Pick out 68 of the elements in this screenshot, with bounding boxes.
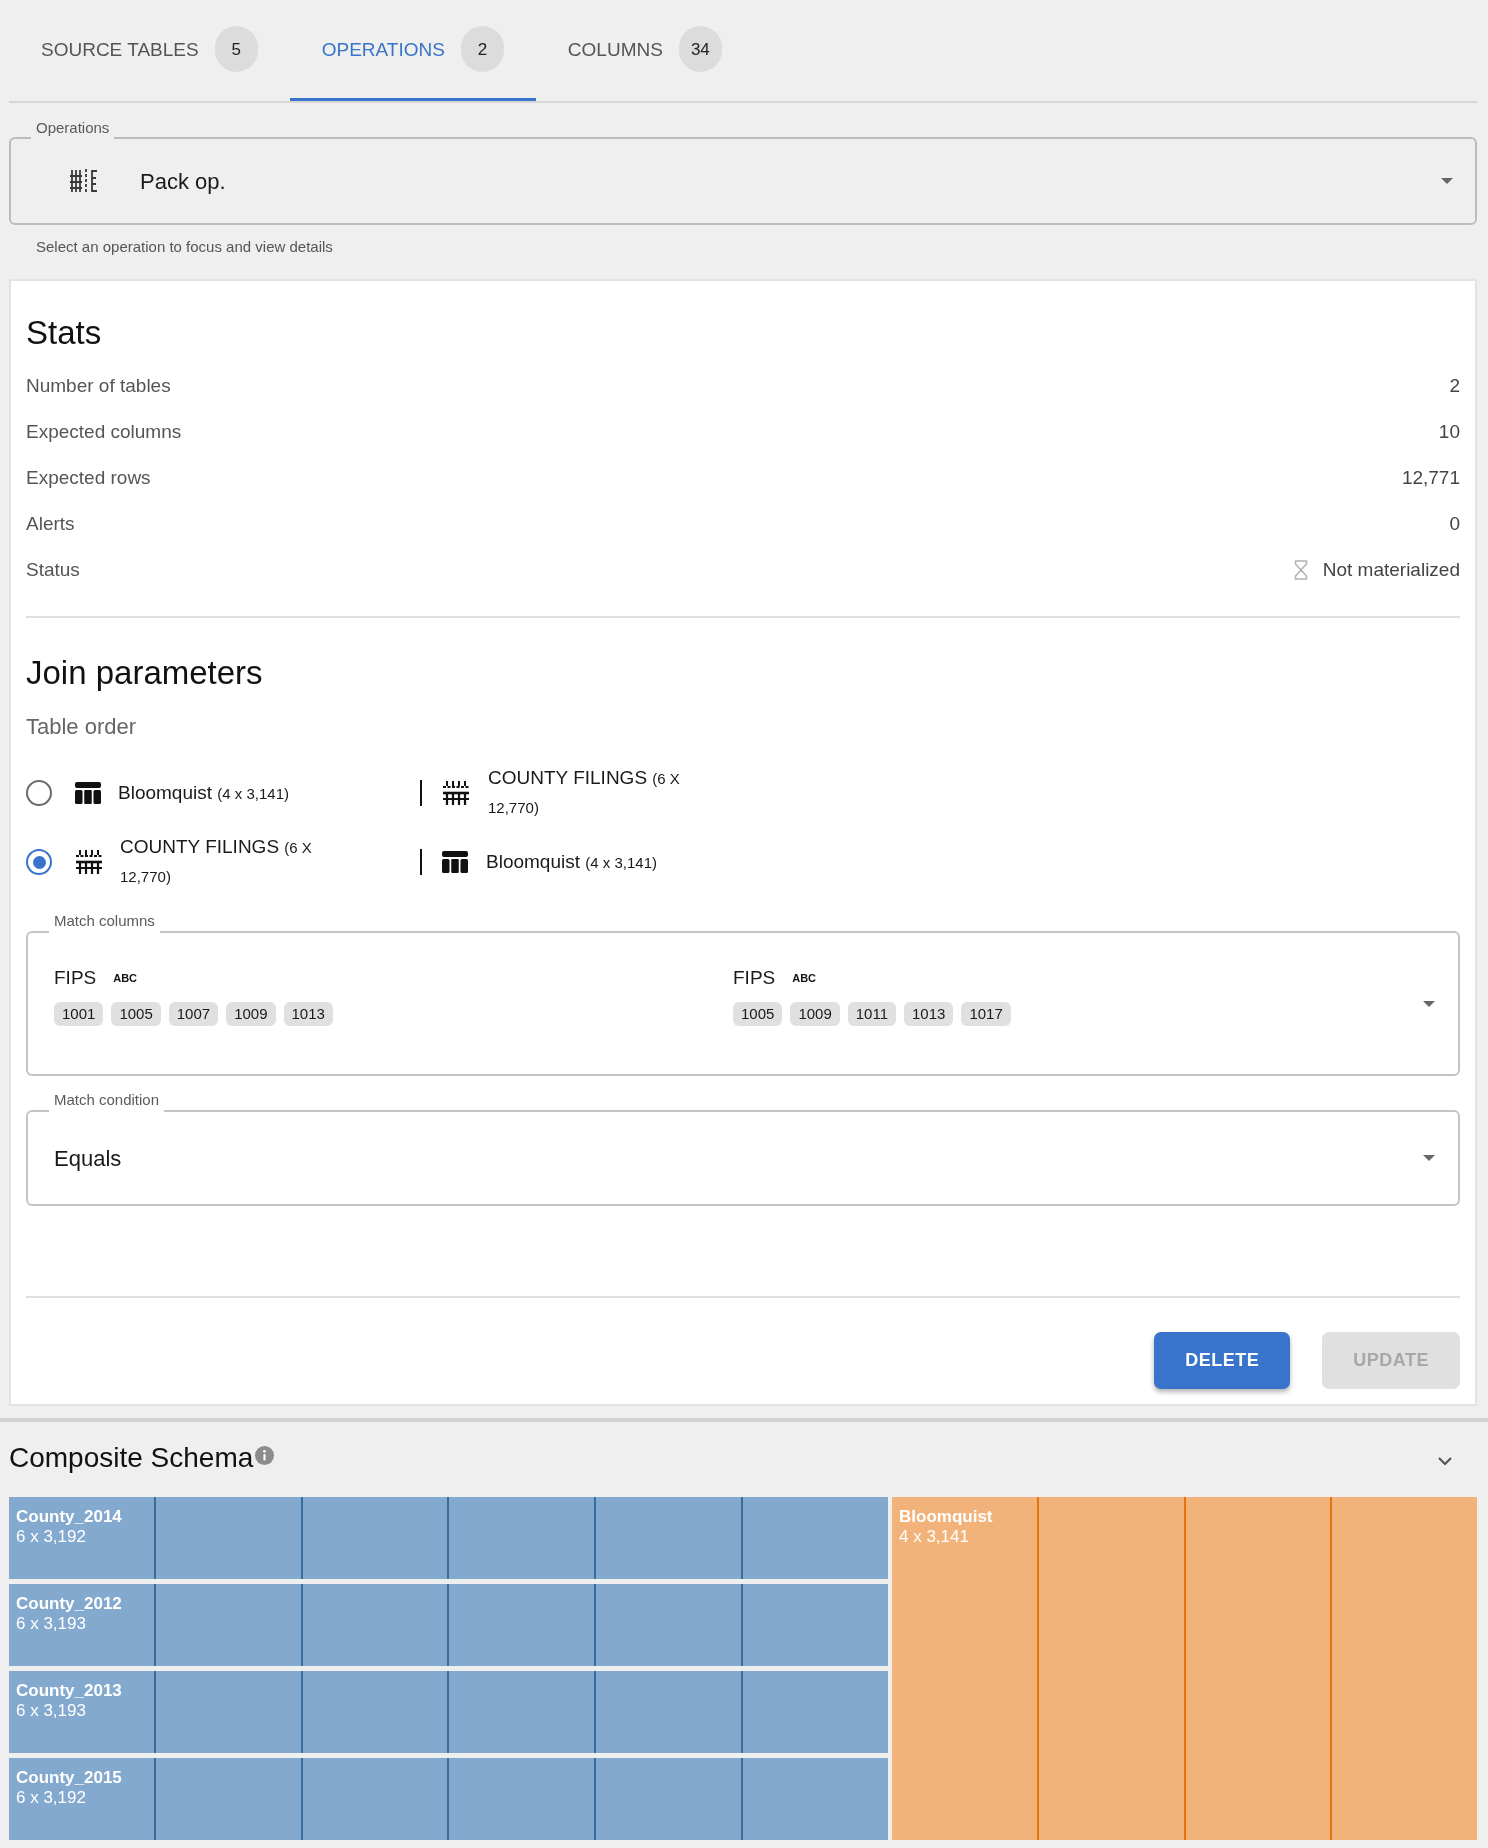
tab[interactable]: COLUMNS 34 (535, 0, 754, 101)
info-icon (255, 1445, 275, 1465)
table-name: County_2012 (16, 1594, 122, 1614)
delete-button[interactable]: DELETE (1154, 1332, 1291, 1389)
stacked-table-icon (75, 849, 103, 875)
table-size: 6 x 3,192 (16, 1527, 86, 1547)
type-label: ABC (113, 970, 138, 986)
type-label: ABC (792, 970, 817, 986)
stat-value: 2 (1449, 373, 1460, 398)
radio-button[interactable] (26, 780, 52, 806)
stat-value: 12,771 (1401, 465, 1460, 490)
stat-label: Status (26, 557, 80, 582)
value-chip: 1005 (111, 1002, 161, 1026)
caret-icon (1441, 178, 1453, 184)
status-value: Not materialized (1322, 557, 1460, 582)
table-size: 6 x 3,192 (16, 1788, 86, 1808)
helper-text: Select an operation to focus and view details (36, 238, 333, 256)
value-chip: 1009 (226, 1002, 276, 1026)
table-name: County_2014 (16, 1507, 122, 1527)
stat-label: Number of tables (26, 373, 171, 398)
stat-label: Alerts (26, 511, 75, 536)
value-chip: 1017 (961, 1002, 1011, 1026)
operations-select[interactable]: Pack op. (9, 137, 1477, 225)
table-name: County_2015 (16, 1768, 122, 1788)
value-chip: 1013 (283, 1002, 333, 1026)
table-size: 6 x 3,193 (16, 1614, 86, 1634)
match-columns-select[interactable]: FIPS ABC 1001 1005 1007 1009 1013 FIPS ABC 1005 1009 1011 1013 1017 (26, 931, 1460, 1076)
table-order-label: Table order (26, 713, 137, 741)
table-label: Bloomquist (4 x 3,141) (486, 849, 657, 874)
column-name: FIPS (54, 965, 97, 990)
value-chip: 1001 (54, 1002, 104, 1026)
table-name: County_2013 (16, 1681, 122, 1701)
field-label: Operations (31, 119, 115, 141)
field-label: Match columns (49, 912, 160, 934)
stat-value: 10 (1438, 419, 1460, 444)
count-badge: 2 (460, 26, 504, 72)
section-heading: Stats (26, 313, 102, 353)
value-chip: 1011 (847, 1002, 896, 1026)
value-chip: 1005 (733, 1002, 783, 1026)
table-name: Bloomquist (899, 1507, 993, 1527)
value-chip: 1013 (904, 1002, 954, 1026)
table-icon (442, 851, 468, 873)
stat-label: Expected rows (26, 465, 151, 490)
table-label: COUNTY FILINGS (6 X 12,770) (488, 766, 681, 818)
tab[interactable]: SOURCE TABLES 5 (9, 0, 290, 101)
tab[interactable]: OPERATIONS 2 (289, 0, 536, 101)
table-size: 6 x 3,193 (16, 1701, 86, 1721)
section-heading: Composite Schema (9, 1441, 254, 1475)
table-label: Bloomquist (4 x 3,141) (118, 780, 289, 805)
table-icon (75, 782, 101, 804)
stat-label: Expected columns (26, 419, 182, 444)
count-badge: 5 (214, 26, 258, 72)
radio-button[interactable] (26, 849, 52, 875)
value-chip: 1007 (168, 1002, 219, 1026)
count-badge: 34 (678, 26, 722, 72)
section-heading: Join parameters (26, 653, 263, 693)
match-condition-select[interactable]: Equals (26, 1110, 1460, 1206)
field-label: Match condition (49, 1091, 165, 1113)
stacked-table-icon (442, 780, 470, 806)
hourglass-icon (1293, 560, 1308, 580)
value-chip: 1009 (790, 1002, 840, 1026)
table-size: 4 x 3,141 (899, 1527, 969, 1547)
table-label: COUNTY FILINGS (6 X 12,770) (120, 835, 313, 887)
stat-value: 0 (1449, 511, 1460, 536)
caret-icon (1423, 1001, 1435, 1007)
column-name: FIPS (733, 965, 776, 990)
caret-icon (1423, 1155, 1435, 1161)
table-split-icon (68, 167, 100, 195)
